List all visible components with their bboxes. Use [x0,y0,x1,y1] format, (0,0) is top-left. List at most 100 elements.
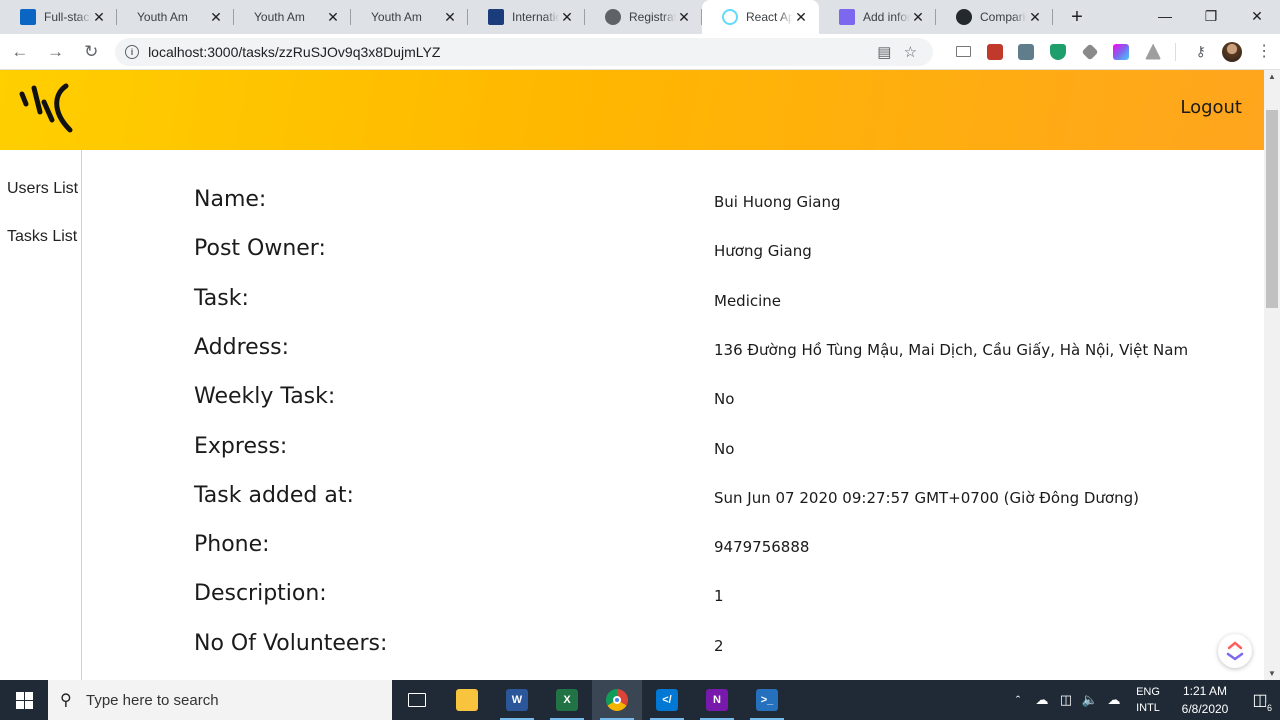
powershell-icon: >_ [756,689,778,711]
close-window-button[interactable]: ✕ [1234,0,1280,32]
scroll-down-arrow[interactable]: ▼ [1268,669,1276,678]
sidebar: Users List Tasks List [0,150,82,680]
taskbar-word[interactable]: W [492,680,542,720]
windows-logo-icon [15,691,33,709]
forward-button[interactable]: → [40,38,72,66]
browser-tab[interactable]: Full-stack ✕ [0,0,117,34]
excel-icon: X [556,689,578,711]
notification-count: 6 [1265,703,1273,713]
key-icon[interactable]: ⚷ [1185,38,1217,66]
tab-close-icon[interactable]: ✕ [559,9,575,26]
shield-extension-icon[interactable] [1042,38,1074,66]
taskbar-chrome[interactable] [592,680,642,720]
logout-button[interactable]: Logout [1180,97,1242,118]
globe-icon [605,9,621,25]
browser-tab[interactable]: Comparin ✕ [936,0,1053,34]
file-explorer-icon [456,689,478,711]
taskbar-clock[interactable]: 1:21 AM 6/8/2020 [1170,682,1240,718]
browser-tab[interactable]: Add inform✕ [819,0,936,34]
detail-value: 1 [714,587,724,606]
red-extension-icon[interactable] [979,38,1011,66]
taskbar-onenote[interactable]: N [692,680,742,720]
drive-extension-icon[interactable] [1137,38,1169,66]
address-bar[interactable]: i localhost:3000/tasks/zzRuSJOv9q3x8Dujm… [115,37,934,66]
browser-tab[interactable]: Youth Am ✕ [117,0,234,34]
volume-icon[interactable]: 🔈 [1078,692,1102,708]
onedrive-icon[interactable]: ☁ [1030,692,1054,708]
tab-title: Full-stack [44,10,91,24]
app-header: Logout [0,70,1264,150]
tab-close-icon[interactable]: ✕ [1027,9,1043,26]
restore-button[interactable]: ❐ [1188,0,1234,32]
detail-label: No Of Volunteers: [194,630,388,656]
mail-extension-icon[interactable] [947,38,979,66]
tab-close-icon[interactable]: ✕ [793,9,809,26]
language-code: ENG [1136,686,1160,698]
taskbar-powershell[interactable]: >_ [742,680,792,720]
tab-close-icon[interactable]: ✕ [676,9,692,26]
translate-icon[interactable]: ▤ [871,43,897,61]
detail-value: 136 Đường Hồ Tùng Mậu, Mai Dịch, Cầu Giấ… [714,340,1189,359]
tray-expand-icon[interactable]: ˆ [1006,693,1030,708]
browser-tab[interactable]: Internatio ✕ [468,0,585,34]
word-icon: W [506,689,528,711]
detail-label: Express: [194,433,288,459]
site-info-icon[interactable]: i [125,44,140,59]
detail-row: Task: Medicine [194,286,1194,335]
profile-avatar[interactable] [1217,38,1249,66]
taskbar-file-explorer[interactable] [442,680,492,720]
eyedropper-extension-icon[interactable] [1011,38,1043,66]
sidebar-item-users-list[interactable]: Users List [7,180,78,198]
detail-value: No [714,439,735,458]
detail-value: Hương Giang [714,242,812,261]
scrollbar-thumb[interactable] [1266,110,1278,308]
browser-toolbar: ← → ↻ i localhost:3000/tasks/zzRuSJOv9q3… [0,34,1280,70]
detail-label: Phone: [194,532,270,558]
clock-date: 6/8/2020 [1181,702,1229,716]
page-scrollbar[interactable]: ▲ ▼ [1264,70,1280,680]
tab-title: Comparin [980,10,1027,24]
language-indicator[interactable]: ENG INTL [1130,684,1166,716]
scroll-up-arrow[interactable]: ▲ [1268,72,1276,81]
sidebar-item-tasks-list[interactable]: Tasks List [7,228,77,246]
cloud-sync-icon[interactable]: ☁ [1102,692,1126,708]
tab-close-icon[interactable]: ✕ [91,9,107,26]
detail-label: Post Owner: [194,236,326,262]
tab-close-icon[interactable]: ✕ [910,9,926,26]
reload-button[interactable]: ↻ [75,38,107,66]
browser-tab[interactable]: Registratio✕ [585,0,702,34]
taskbar-vscode[interactable]: </ [642,680,692,720]
detail-value: No [714,390,735,409]
tab-close-icon[interactable]: ✕ [208,9,224,26]
new-tab-button[interactable]: + [1059,0,1095,34]
detail-value: Bui Huong Giang [714,193,841,211]
browser-tab[interactable]: React App✕ [702,0,819,34]
taskbar-excel[interactable]: X [542,680,592,720]
tab-list: Full-stack ✕ Youth Am ✕ Youth Am ✕ Youth Am ✕ In… [0,0,1053,34]
action-center-button[interactable]: ◫ 6 [1240,680,1280,720]
hexagon-extension-icon[interactable] [1074,38,1106,66]
page-viewport: Logout Users List Tasks List Name: Bui Hu… [0,70,1280,680]
window-controls: — ❐ ✕ [1142,0,1280,34]
url-text[interactable]: localhost:3000/tasks/zzRuSJOv9q3x8DujmLY… [148,44,871,60]
taskbar-search-box[interactable]: ⚲ Type here to search [48,680,392,720]
back-button[interactable]: ← [4,38,36,66]
detail-row: Task added at: Sun Jun 07 2020 09:27:57 G… [194,483,1194,532]
minimize-button[interactable]: — [1142,0,1188,32]
task-view-button[interactable] [392,680,442,720]
browser-tab[interactable]: Youth Am ✕ [351,0,468,34]
network-icon[interactable]: ◫ [1054,692,1078,708]
detail-row: Phone: 9479756888 [194,532,1194,581]
clickup-floating-button[interactable] [1218,634,1252,668]
system-tray: ˆ ☁ ◫ 🔈 ☁ ENG INTL 1:21 AM 6/8/2020 ◫ 6 [1006,680,1280,720]
start-button[interactable] [0,680,48,720]
task-view-icon [408,693,426,707]
tab-separator [1052,9,1053,25]
browser-tab[interactable]: Youth Am ✕ [234,0,351,34]
tab-close-icon[interactable]: ✕ [325,9,341,26]
clickup-extension-icon[interactable] [1106,38,1138,66]
detail-label: Name: [194,187,267,212]
tab-close-icon[interactable]: ✕ [442,9,458,26]
bookmark-star-icon[interactable]: ☆ [897,43,923,61]
browser-menu-icon[interactable]: ⋮ [1248,38,1280,66]
